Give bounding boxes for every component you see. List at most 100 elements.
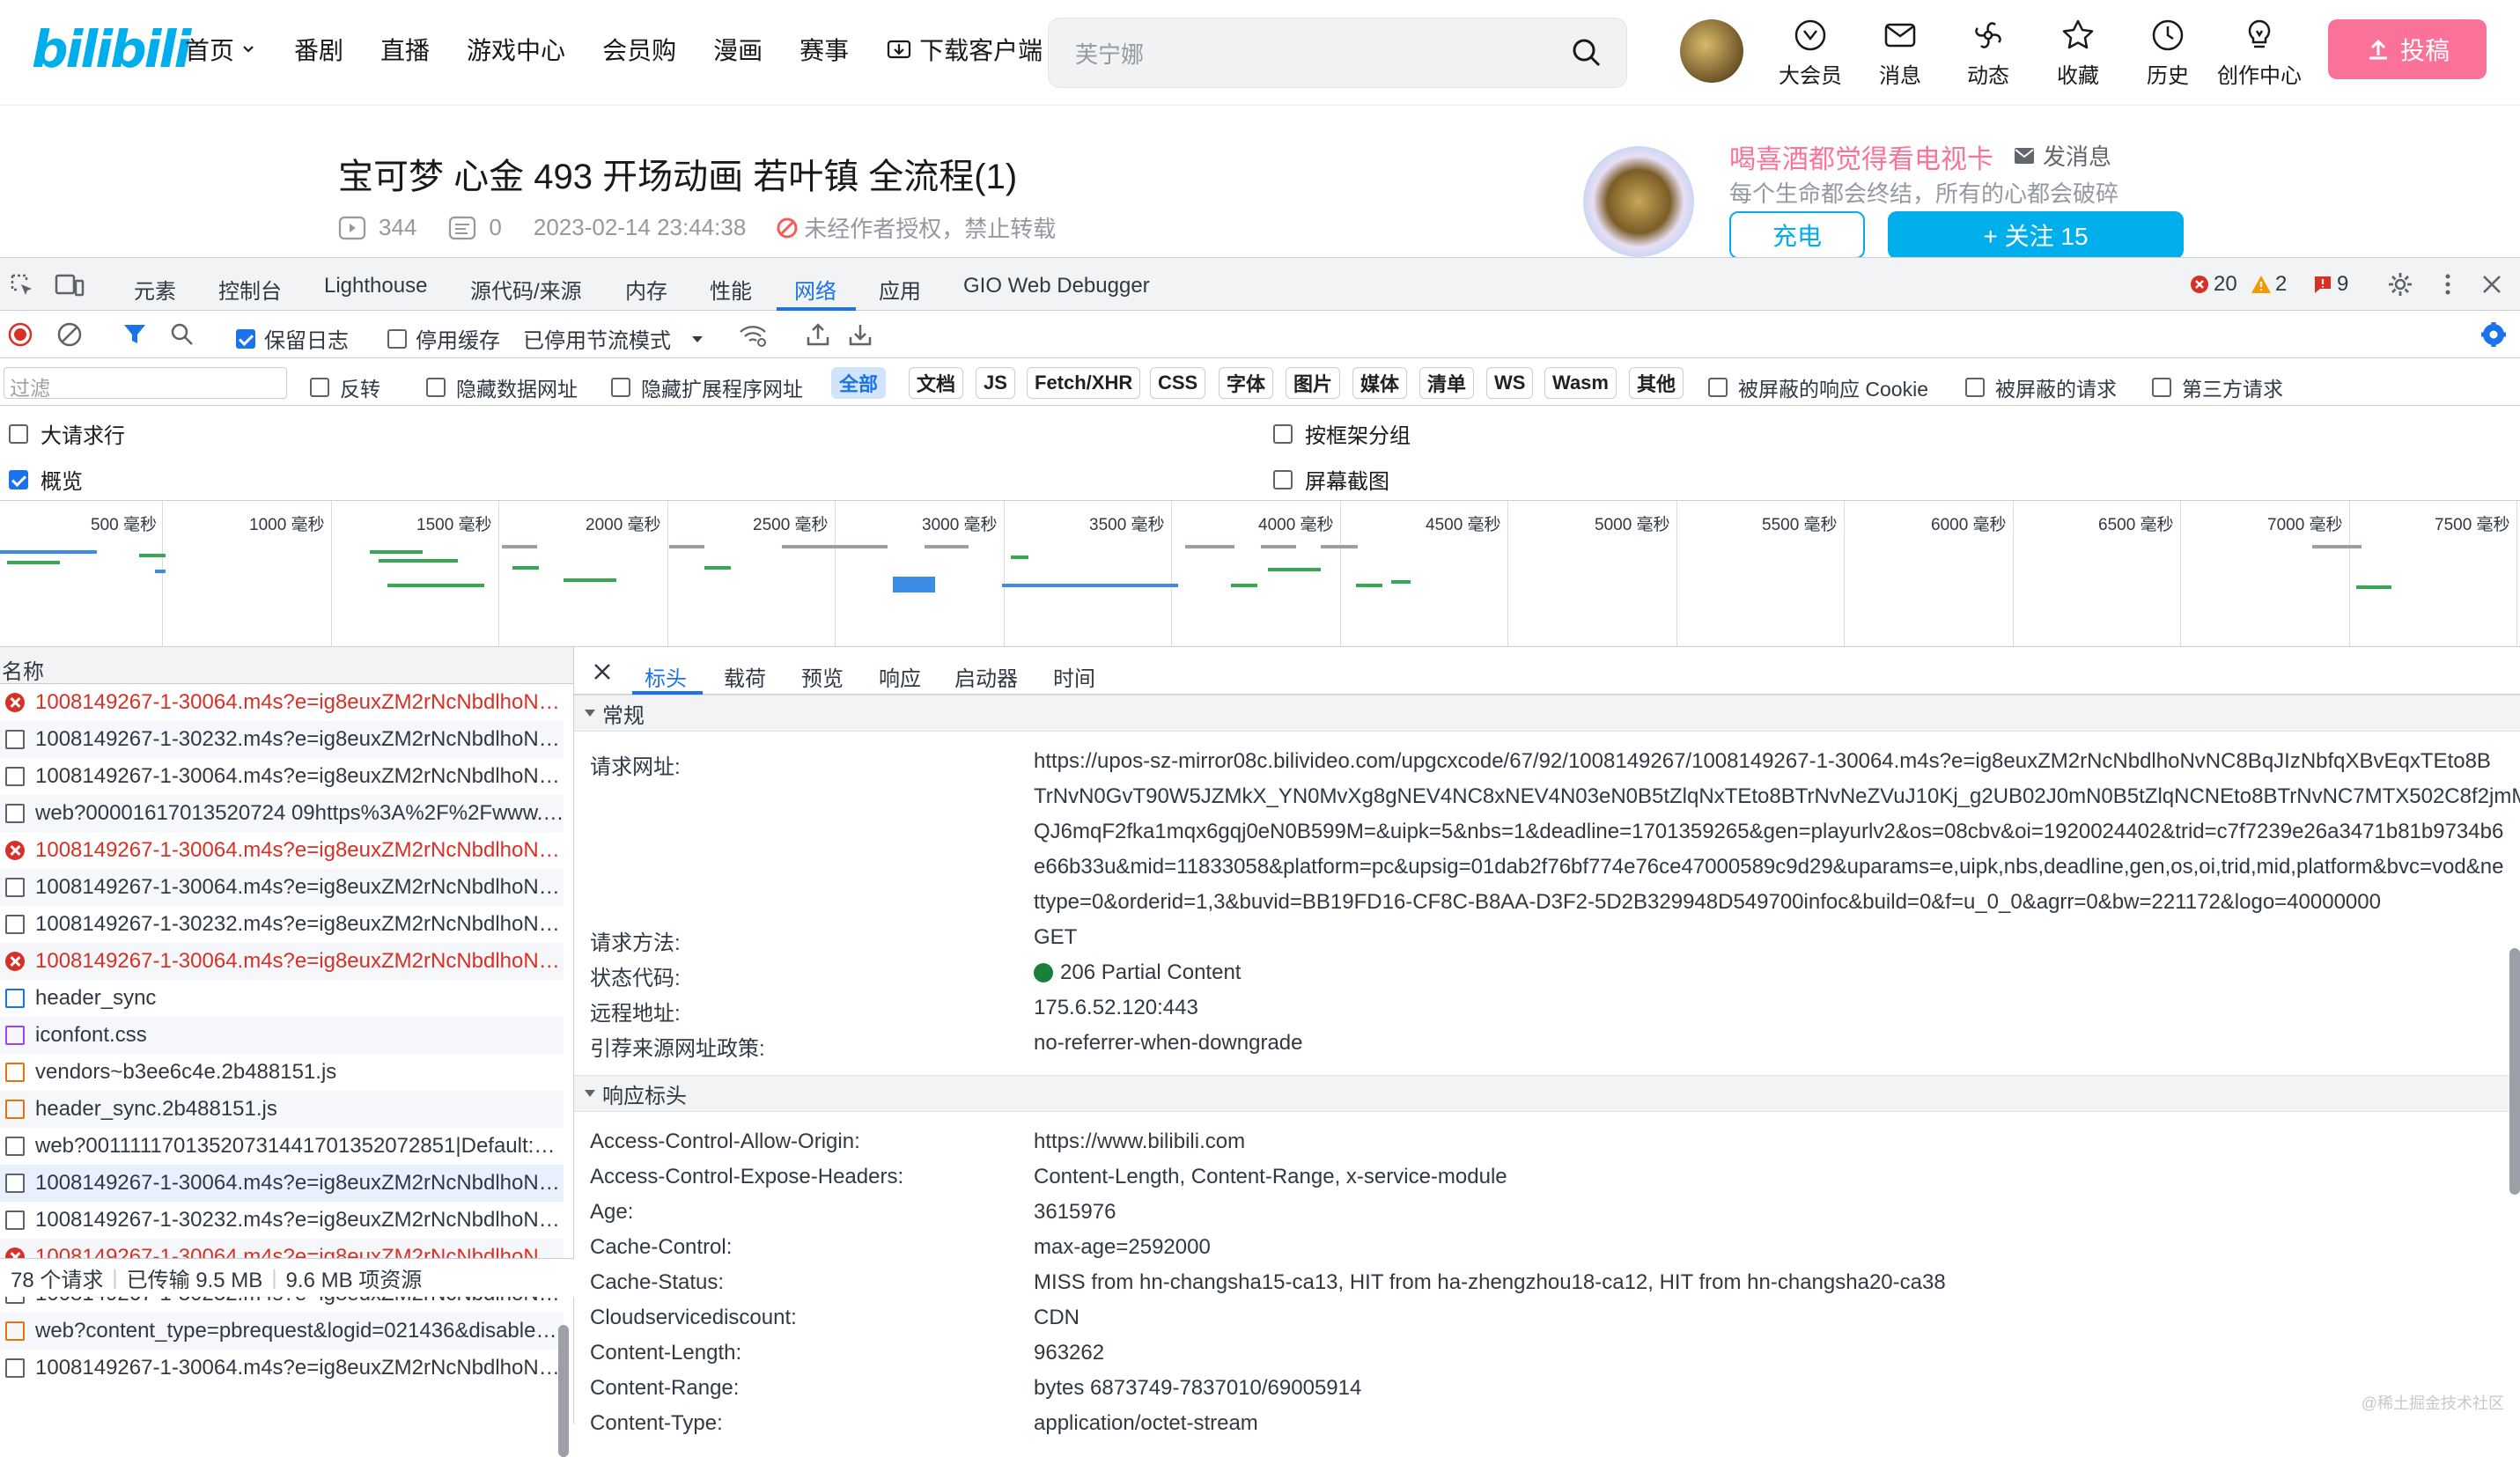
uploader-avatar[interactable] [1583,146,1694,257]
big-member-entry[interactable]: 大会员 [1775,18,1846,89]
request-row[interactable]: 1008149267-1-30064.m4s?e=ig8euxZM2rNcNbd… [0,684,564,721]
blocked-cookies-toggle[interactable]: 被屏蔽的响应 Cookie [1708,372,1928,402]
filter-funnel-icon[interactable] [122,321,148,348]
throttle-select[interactable]: 已停用节流模式 [523,323,704,354]
detail-tab-payload[interactable]: 载荷 [724,661,766,692]
clear-log-icon[interactable] [56,321,83,348]
preserve-log-checkbox[interactable] [236,329,255,349]
settings-gear-icon[interactable] [2386,270,2414,298]
send-message-link[interactable]: 发消息 [2013,139,2111,172]
blocked-cookies-checkbox[interactable] [1708,378,1728,397]
request-row[interactable]: header_sync.2b488151.js [0,1091,564,1128]
tab-lighthouse[interactable]: Lighthouse [324,274,427,298]
filter-type-img[interactable]: 图片 [1286,367,1340,399]
nav-home[interactable]: 首页 [185,32,257,67]
export-har-icon[interactable] [847,321,873,348]
overview-checkbox[interactable] [9,470,28,489]
request-row[interactable]: web?00111117013520731441701352072851|Def… [0,1128,564,1165]
error-count[interactable]: 20 [2189,272,2237,297]
tab-gio-debugger[interactable]: GIO Web Debugger [963,274,1150,298]
dynamic-entry[interactable]: 动态 [1953,18,2023,89]
import-har-icon[interactable] [805,321,831,348]
network-conditions-icon[interactable] [738,321,768,348]
network-settings-gear-icon[interactable] [2479,320,2508,349]
issue-count[interactable]: 9 [2312,272,2348,297]
filter-type-doc[interactable]: 文档 [909,367,963,399]
request-list-scrollbar[interactable] [558,1325,569,1457]
filter-type-ws[interactable]: WS [1486,367,1533,399]
tab-elements[interactable]: 元素 [134,274,176,305]
big-rows-toggle[interactable]: 大请求行 [9,418,125,449]
request-row[interactable]: 1008149267-1-30064.m4s?e=ig8euxZM2rNcNbd… [0,1165,564,1202]
screenshots-checkbox[interactable] [1273,470,1293,489]
nav-game-center[interactable]: 游戏中心 [467,32,565,67]
filter-type-fetch[interactable]: Fetch/XHR [1027,367,1140,399]
tab-application[interactable]: 应用 [879,274,921,305]
nav-bangumi[interactable]: 番剧 [294,32,343,67]
tab-performance[interactable]: 性能 [710,274,752,305]
bilibili-logo[interactable]: bilibili [32,19,188,79]
tab-network[interactable]: 网络 [794,274,836,305]
big-rows-checkbox[interactable] [9,424,28,444]
disable-cache-toggle[interactable]: 停用缓存 [387,323,500,354]
detail-tab-response[interactable]: 响应 [879,661,921,692]
tab-memory[interactable]: 内存 [625,274,667,305]
invert-toggle[interactable]: 反转 [310,372,380,402]
invert-checkbox[interactable] [310,378,329,397]
filter-input[interactable]: 过滤 [4,367,287,399]
filter-type-other[interactable]: 其他 [1629,367,1684,399]
request-row[interactable]: vendors~b3ee6c4e.2b488151.js [0,1054,564,1091]
nav-live[interactable]: 直播 [380,32,430,67]
filter-type-font[interactable]: 字体 [1219,367,1273,399]
upload-button[interactable]: 投稿 [2328,19,2487,79]
tab-sources[interactable]: 源代码/来源 [470,274,582,305]
filter-type-css[interactable]: CSS [1150,367,1205,399]
creator-entry[interactable]: 创作中心 [2215,18,2303,89]
blocked-requests-checkbox[interactable] [1965,378,1985,397]
close-devtools-icon[interactable] [2479,272,2504,297]
overview-toggle[interactable]: 概览 [9,464,83,495]
column-header-name[interactable]: 名称 [0,647,573,684]
nav-vip-shop[interactable]: 会员购 [602,32,676,67]
detail-scrollbar[interactable] [2509,948,2520,1195]
preserve-log-toggle[interactable]: 保留日志 [236,323,349,354]
request-row[interactable]: 1008149267-1-30064.m4s?e=ig8euxZM2rNcNbd… [0,758,564,795]
uploader-name[interactable]: 喝喜酒都觉得看电视卡 [1729,137,1993,176]
third-party-checkbox[interactable] [2152,378,2171,397]
follow-button[interactable]: + 关注 15 [1888,211,2184,259]
hide-ext-urls-checkbox[interactable] [611,378,630,397]
device-toolbar-icon[interactable] [55,272,85,298]
disable-cache-checkbox[interactable] [387,329,407,349]
message-entry[interactable]: 消息 [1865,18,1935,89]
hide-data-urls-toggle[interactable]: 隐藏数据网址 [426,372,578,402]
filter-type-media[interactable]: 媒体 [1352,367,1407,399]
general-section-header[interactable]: 常规 [574,695,2520,732]
hide-ext-urls-toggle[interactable]: 隐藏扩展程序网址 [611,372,803,402]
more-vertical-icon[interactable] [2439,270,2457,298]
blocked-requests-toggle[interactable]: 被屏蔽的请求 [1965,372,2117,402]
favorite-entry[interactable]: 收藏 [2043,18,2113,89]
request-row[interactable]: header_sync [0,980,564,1017]
filter-type-wasm[interactable]: Wasm [1544,367,1617,399]
request-row[interactable]: 1008149267-1-30064.m4s?e=ig8euxZM2rNcNbd… [0,869,564,906]
charge-button[interactable]: 充电 [1729,211,1865,259]
network-overview-timeline[interactable]: 500 毫秒 1000 毫秒 1500 毫秒 2000 毫秒 2500 毫秒 3… [0,501,2520,647]
nav-manga[interactable]: 漫画 [713,32,763,67]
hide-data-urls-checkbox[interactable] [426,378,446,397]
filter-type-js[interactable]: JS [976,367,1015,399]
close-detail-icon[interactable] [592,661,613,682]
detail-tab-preview[interactable]: 预览 [801,661,844,692]
request-row[interactable]: 1008149267-1-30232.m4s?e=ig8euxZM2rNcNbd… [0,1202,564,1239]
tab-console[interactable]: 控制台 [218,274,282,305]
third-party-toggle[interactable]: 第三方请求 [2152,372,2283,402]
warning-count[interactable]: 2 [2251,272,2287,297]
request-row[interactable]: web?content_type=pbrequest&logid=021436&… [0,1313,564,1350]
search-input[interactable]: 芙宁娜 [1048,18,1627,88]
record-stop-icon[interactable] [7,321,33,348]
nav-esports[interactable]: 赛事 [799,32,849,67]
filter-type-all[interactable]: 全部 [831,367,886,399]
detail-tab-headers[interactable]: 标头 [645,661,687,692]
search-icon[interactable] [169,321,195,348]
request-row[interactable]: 1008149267-1-30232.m4s?e=ig8euxZM2rNcNbd… [0,721,564,758]
group-by-frame-toggle[interactable]: 按框架分组 [1273,418,1411,449]
